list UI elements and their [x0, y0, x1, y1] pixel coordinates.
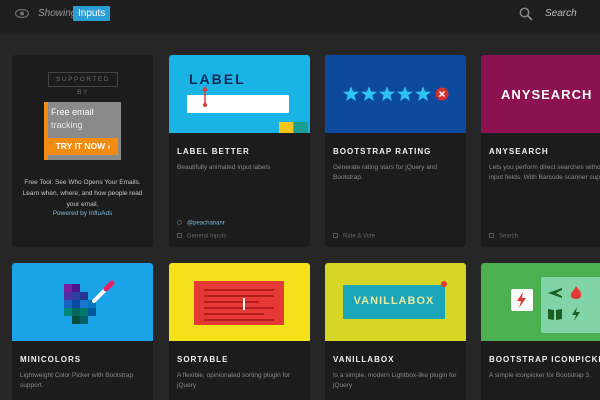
top-bar: Showing Inputs Search — [0, 0, 600, 30]
thumb-text: LABEL — [189, 71, 246, 87]
flame-icon — [570, 286, 582, 299]
eyedropper-icon — [92, 280, 115, 303]
cursor-icon — [202, 86, 208, 107]
filter-dropdown[interactable]: Inputs — [73, 6, 111, 21]
card-description: A simple iconpicker for Bootstrap 3. — [489, 372, 591, 379]
card-title[interactable]: BOOTSTRAP ICONPICKER — [489, 355, 600, 364]
card-description: Generate rating stars for jQuery and Boo… — [333, 164, 438, 181]
card-title[interactable]: SORTABLE — [177, 355, 228, 364]
card-title[interactable]: LABEL BETTER — [177, 147, 250, 156]
category-name: Search — [499, 233, 519, 240]
tag-icon — [489, 233, 494, 238]
card-description: A flexible, opinionated sorting plugin f… — [177, 372, 291, 389]
bolt-icon — [572, 307, 580, 321]
card-description: Beautifully animated input labels — [177, 164, 271, 171]
plugin-card[interactable]: LABEL LABEL BETTER Beautifully animated … — [169, 55, 310, 247]
lightbox-close — [441, 281, 447, 287]
tag-icon — [333, 233, 338, 238]
list-line — [204, 289, 274, 291]
category-name: Rate & Vote — [343, 233, 376, 240]
card-title[interactable]: VANILLABOX — [333, 355, 394, 364]
card-description: Lets you perform direct searches without… — [489, 164, 600, 181]
plugin-card[interactable]: VANILLABOX VANILLABOX Is a simple, moder… — [325, 263, 466, 400]
divider — [0, 30, 600, 36]
card-thumbnail[interactable] — [481, 263, 600, 341]
author-name: @peachananr — [187, 220, 225, 227]
card-category[interactable]: Search — [489, 233, 518, 240]
plugin-card[interactable]: BOOTSTRAP ICONPICKER A simple iconpicker… — [481, 263, 600, 400]
book-icon — [548, 309, 562, 320]
supported-by-label: SUPPORTED BY — [48, 72, 118, 96]
eye-icon — [15, 9, 29, 18]
plugin-card[interactable]: ANYSEARCH ANYSEARCH Lets you perform dir… — [481, 55, 600, 247]
card-thumbnail[interactable] — [169, 263, 310, 341]
ad-text[interactable]: Free Tool: See Who Opens Your Emails. Le… — [18, 177, 147, 210]
card-description: Is a simple, modern Lightbox-like plugin… — [333, 372, 457, 389]
card-category[interactable]: General Inputs — [177, 233, 226, 240]
ad-banner[interactable]: Free email tracking TRY IT NOW › — [44, 102, 121, 160]
powered-by-link[interactable]: Powered by InfluAds — [12, 210, 153, 217]
card-thumbnail[interactable]: VANILLABOX — [325, 263, 466, 341]
search-icon[interactable] — [519, 7, 533, 21]
try-it-now-button[interactable]: TRY IT NOW › — [48, 138, 118, 155]
card-thumbnail[interactable]: ANYSEARCH — [481, 55, 600, 133]
plugin-card[interactable]: BOOTSTRAP RATING Generate rating stars f… — [325, 55, 466, 247]
card-title[interactable]: BOOTSTRAP RATING — [333, 147, 431, 156]
list-line — [204, 301, 259, 303]
plugin-card[interactable]: MINICOLORS Lightweight Color Picker with… — [12, 263, 153, 400]
list-line — [204, 295, 274, 297]
card-category[interactable]: Rate & Vote — [333, 233, 375, 240]
card-thumbnail[interactable] — [12, 263, 153, 341]
card-thumbnail[interactable] — [325, 55, 466, 133]
lightning-icon — [511, 289, 533, 311]
card-author[interactable]: @peachananr — [177, 220, 225, 227]
sponsor-card[interactable]: SUPPORTED BY Free email tracking TRY IT … — [12, 55, 153, 247]
card-thumbnail[interactable]: LABEL — [169, 55, 310, 133]
video-icon — [294, 122, 308, 133]
plane-icon — [548, 288, 562, 298]
category-name: General Inputs — [187, 233, 227, 240]
list-line — [204, 307, 274, 309]
lightbox-illustration: VANILLABOX — [343, 281, 447, 319]
star-rating-icon — [343, 86, 431, 101]
card-title[interactable]: MINICOLORS — [20, 355, 81, 364]
ad-banner-line1: Free email — [51, 107, 94, 117]
thumb-text: ANYSEARCH — [501, 87, 593, 102]
plugin-card[interactable]: SORTABLE A flexible, opinionated sorting… — [169, 263, 310, 400]
showing-label: Showing — [38, 8, 77, 19]
drag-marker — [243, 298, 245, 310]
list-line — [204, 313, 264, 315]
card-description: Lightweight Color Picker with Bootstrap … — [20, 372, 134, 389]
card-title[interactable]: ANYSEARCH — [489, 147, 549, 156]
user-icon — [177, 220, 182, 225]
smiley-icon — [279, 122, 293, 133]
list-line — [204, 319, 274, 321]
tag-icon — [177, 233, 182, 238]
ad-banner-line2: tracking — [51, 120, 83, 130]
thumb-text: VANILLABOX — [353, 295, 435, 307]
search-input[interactable]: Search — [545, 8, 577, 19]
sort-list-illustration — [194, 281, 284, 325]
try-it-now-label: TRY IT NOW — [55, 141, 106, 151]
close-icon — [435, 87, 449, 101]
